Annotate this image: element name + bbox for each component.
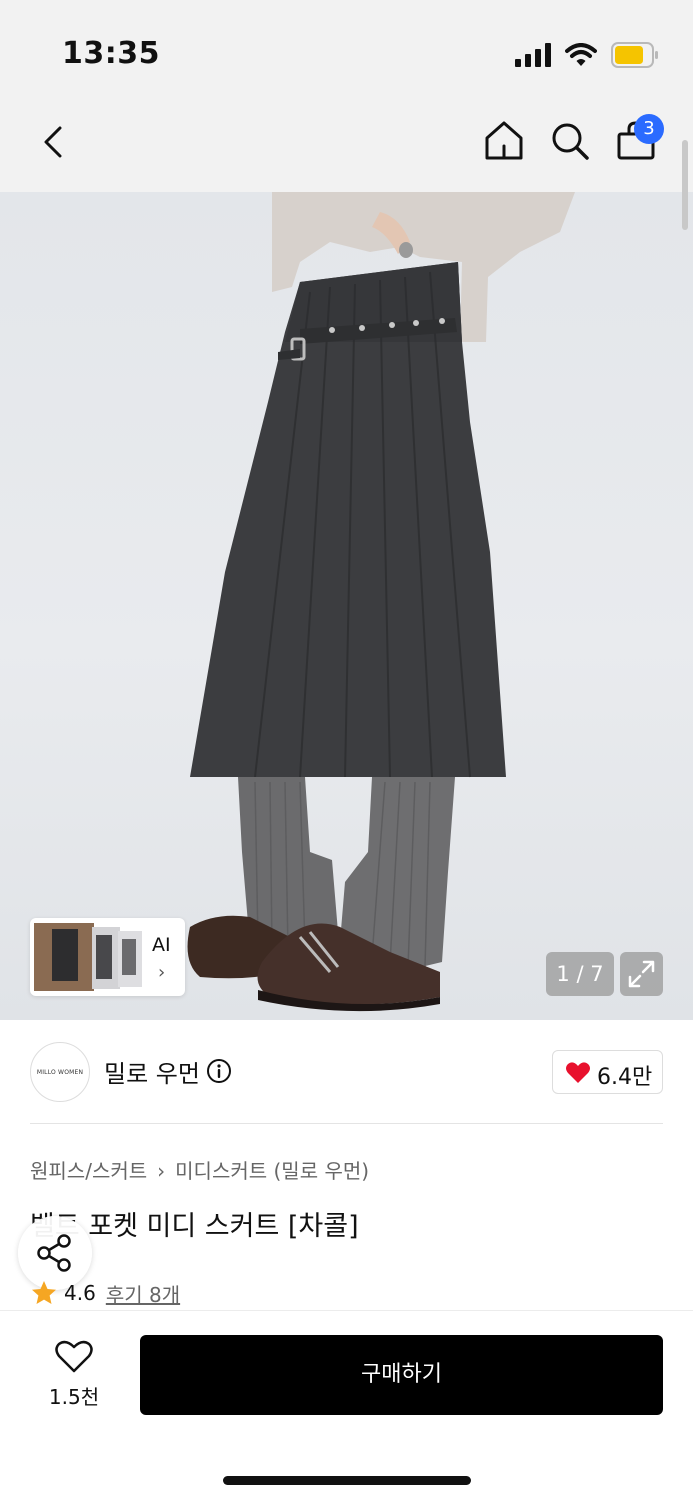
nav-bar <box>0 100 693 192</box>
brand-name[interactable]: 밀로 우먼 <box>104 1054 200 1089</box>
heart-filled-icon <box>566 1062 590 1083</box>
brand-row: MILLO WOMEN 밀로 우먼 6.4만 <box>0 1020 693 1124</box>
ai-thumbnails <box>34 923 142 991</box>
review-link[interactable]: 후기 8개 <box>106 1279 180 1308</box>
brand-like-count: 6.4만 <box>597 1065 653 1090</box>
home-indicator <box>223 1476 471 1485</box>
ai-similar-card[interactable]: AI › <box>30 918 185 996</box>
scrollbar[interactable] <box>682 140 688 230</box>
rating-value: 4.6 <box>64 1281 96 1305</box>
wish-count: 1.5천 <box>48 1385 100 1409</box>
status-icons <box>515 40 659 70</box>
bottom-bar: 1.5천 구매하기 <box>0 1310 693 1500</box>
brand-logo[interactable]: MILLO WOMEN <box>30 1042 90 1102</box>
chevron-right-icon: › <box>158 962 166 983</box>
status-bar: 13:35 <box>0 0 693 100</box>
status-time: 13:35 <box>62 36 160 71</box>
search-icon[interactable] <box>548 118 592 164</box>
product-image[interactable] <box>0 192 693 1020</box>
cart-badge[interactable]: 3 <box>634 114 664 144</box>
wifi-icon <box>565 43 597 66</box>
battery-icon <box>611 42 658 68</box>
signal-icon <box>515 43 551 67</box>
heart-outline-icon[interactable] <box>54 1339 94 1375</box>
buy-button[interactable]: 구매하기 <box>140 1335 663 1415</box>
product-photo <box>187 192 575 1012</box>
back-icon[interactable] <box>34 120 74 164</box>
image-page-counter: 1 / 7 <box>546 952 614 996</box>
rating-row: 4.6 후기 8개 <box>30 1278 180 1308</box>
breadcrumb-item-category[interactable]: 원피스/스커트 <box>30 1159 147 1183</box>
breadcrumb: 원피스/스커트 › 미디스커트 (밀로 우먼) <box>30 1155 369 1184</box>
divider <box>30 1123 663 1124</box>
info-icon[interactable] <box>206 1058 232 1084</box>
ai-label: AI <box>152 934 171 956</box>
brand-like-button[interactable]: 6.4만 <box>552 1050 663 1094</box>
breadcrumb-item-subcategory[interactable]: 미디스커트 (밀로 우먼) <box>175 1159 369 1183</box>
brand-logo-text: MILLO WOMEN <box>36 1068 84 1076</box>
star-icon <box>32 1281 56 1304</box>
expand-icon <box>628 960 655 988</box>
expand-button[interactable] <box>620 952 663 996</box>
home-icon[interactable] <box>482 118 526 164</box>
breadcrumb-separator: › <box>157 1159 166 1183</box>
